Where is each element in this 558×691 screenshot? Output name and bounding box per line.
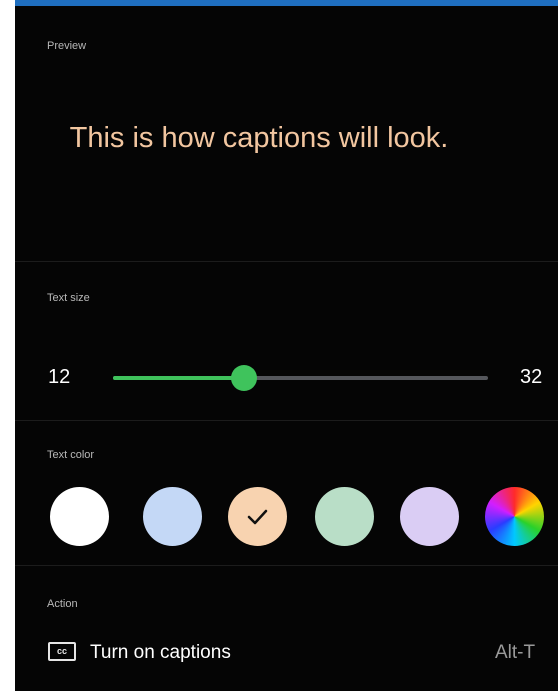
checkmark-icon	[247, 509, 268, 525]
color-swatch-lavender[interactable]	[400, 487, 459, 546]
color-swatch-peach[interactable]	[228, 487, 287, 546]
text-size-slider-fill	[113, 376, 245, 380]
text-size-slider-track[interactable]	[113, 376, 488, 380]
action-section-label: Action	[47, 598, 78, 610]
color-swatch-light-green[interactable]	[315, 487, 374, 546]
text-size-slider-thumb[interactable]	[231, 365, 258, 391]
turn-on-captions-label: Turn on captions	[90, 642, 231, 663]
color-swatch-custom-color[interactable]	[485, 487, 544, 546]
window-top-accent-bar	[15, 0, 558, 6]
caption-preview-text: This is how captions will look.	[69, 122, 449, 154]
divider	[15, 565, 558, 566]
text-size-section-label: Text size	[47, 292, 90, 304]
turn-on-captions-action[interactable]: cc Turn on captions Alt-T	[15, 640, 558, 670]
divider	[15, 261, 558, 262]
text-size-min-label: 12	[48, 366, 71, 388]
keyboard-shortcut: Alt-T	[495, 642, 536, 663]
color-swatch-white[interactable]	[50, 487, 109, 546]
color-swatch-light-blue[interactable]	[143, 487, 202, 546]
text-color-section-label: Text color	[47, 449, 95, 461]
text-size-max-label: 32	[520, 366, 543, 388]
preview-section-label: Preview	[47, 40, 87, 52]
divider	[15, 420, 558, 421]
captions-settings-panel: Preview This is how captions will look. …	[15, 0, 558, 691]
cc-icon: cc	[48, 642, 76, 661]
